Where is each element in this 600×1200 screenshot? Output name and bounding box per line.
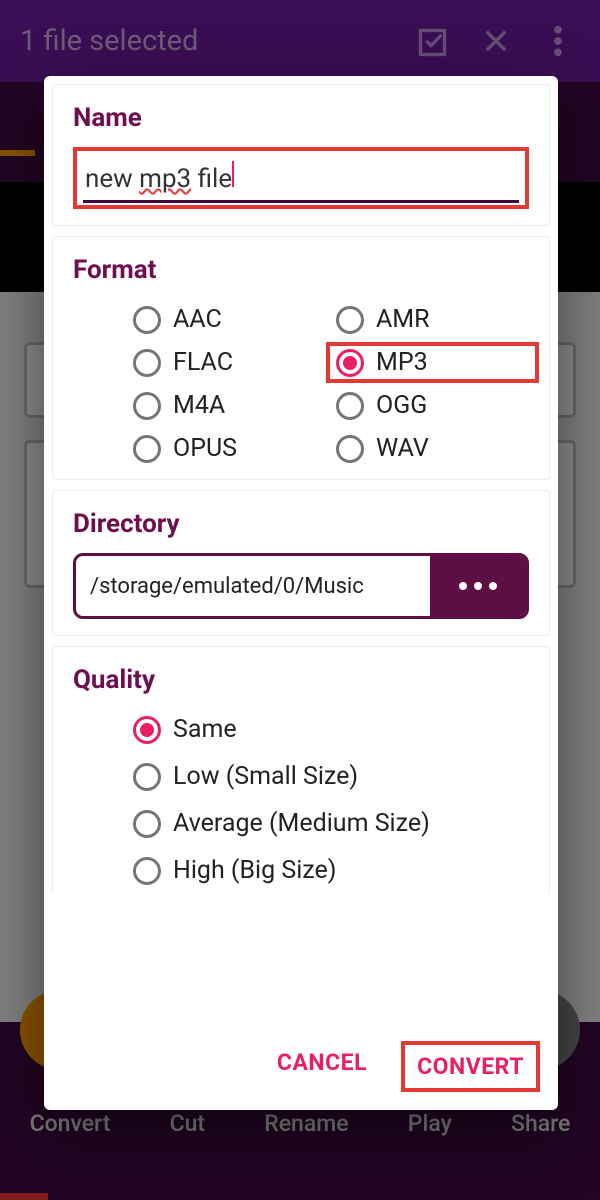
name-title: Name	[73, 103, 529, 133]
format-title: Format	[73, 255, 529, 285]
directory-path: /storage/emulated/0/Music	[76, 556, 430, 616]
radio-label: Same	[173, 715, 237, 744]
format-radio-opus[interactable]: OPUS	[133, 434, 326, 463]
radio-icon	[133, 857, 161, 885]
radio-icon	[336, 306, 364, 334]
radio-icon	[133, 810, 161, 838]
radio-label: OPUS	[173, 434, 237, 463]
format-radio-wav[interactable]: WAV	[336, 434, 529, 463]
format-radio-flac[interactable]: FLAC	[133, 348, 326, 377]
radio-icon	[133, 392, 161, 420]
quality-section: Quality Same Low (Small Size) Average (Med…	[52, 646, 550, 893]
radio-icon	[133, 349, 161, 377]
name-input[interactable]: new mp3 file	[83, 157, 519, 203]
convert-button[interactable]: CONVERT	[401, 1041, 540, 1092]
cancel-button[interactable]: CANCEL	[265, 1041, 379, 1092]
radio-icon	[133, 716, 161, 744]
quality-radio-same[interactable]: Same	[133, 715, 529, 744]
radio-icon	[133, 306, 161, 334]
radio-label: FLAC	[173, 348, 233, 377]
quality-title: Quality	[73, 665, 529, 695]
convert-dialog: Name new mp3 file Format AAC AMR FLAC MP3 M4…	[44, 76, 558, 1110]
quality-radio-low[interactable]: Low (Small Size)	[133, 762, 529, 791]
directory-browse-button[interactable]	[430, 556, 526, 616]
format-radio-aac[interactable]: AAC	[133, 305, 326, 334]
format-section: Format AAC AMR FLAC MP3 M4A OGG OPUS WAV	[52, 236, 550, 480]
radio-icon	[133, 763, 161, 791]
radio-label: High (Big Size)	[173, 856, 336, 885]
name-input-highlight: new mp3 file	[73, 147, 529, 209]
radio-icon	[336, 349, 364, 377]
radio-label: M4A	[173, 391, 225, 420]
format-radio-mp3[interactable]: MP3	[326, 342, 539, 383]
radio-icon	[336, 435, 364, 463]
directory-section: Directory /storage/emulated/0/Music	[52, 490, 550, 636]
radio-label: OGG	[376, 391, 427, 420]
name-section: Name new mp3 file	[52, 84, 550, 226]
radio-icon	[336, 392, 364, 420]
radio-label: AMR	[376, 305, 430, 334]
quality-radio-average[interactable]: Average (Medium Size)	[133, 809, 529, 838]
radio-label: WAV	[376, 434, 429, 463]
radio-label: Low (Small Size)	[173, 762, 358, 791]
radio-icon	[133, 435, 161, 463]
directory-field[interactable]: /storage/emulated/0/Music	[73, 553, 529, 619]
quality-radio-high[interactable]: High (Big Size)	[133, 856, 529, 885]
directory-title: Directory	[73, 509, 529, 539]
radio-label: MP3	[376, 348, 428, 377]
format-radio-ogg[interactable]: OGG	[336, 391, 529, 420]
dialog-actions: CANCEL CONVERT	[52, 1027, 550, 1110]
format-radio-amr[interactable]: AMR	[336, 305, 529, 334]
radio-label: Average (Medium Size)	[173, 809, 430, 838]
format-radio-m4a[interactable]: M4A	[133, 391, 326, 420]
radio-label: AAC	[173, 305, 222, 334]
